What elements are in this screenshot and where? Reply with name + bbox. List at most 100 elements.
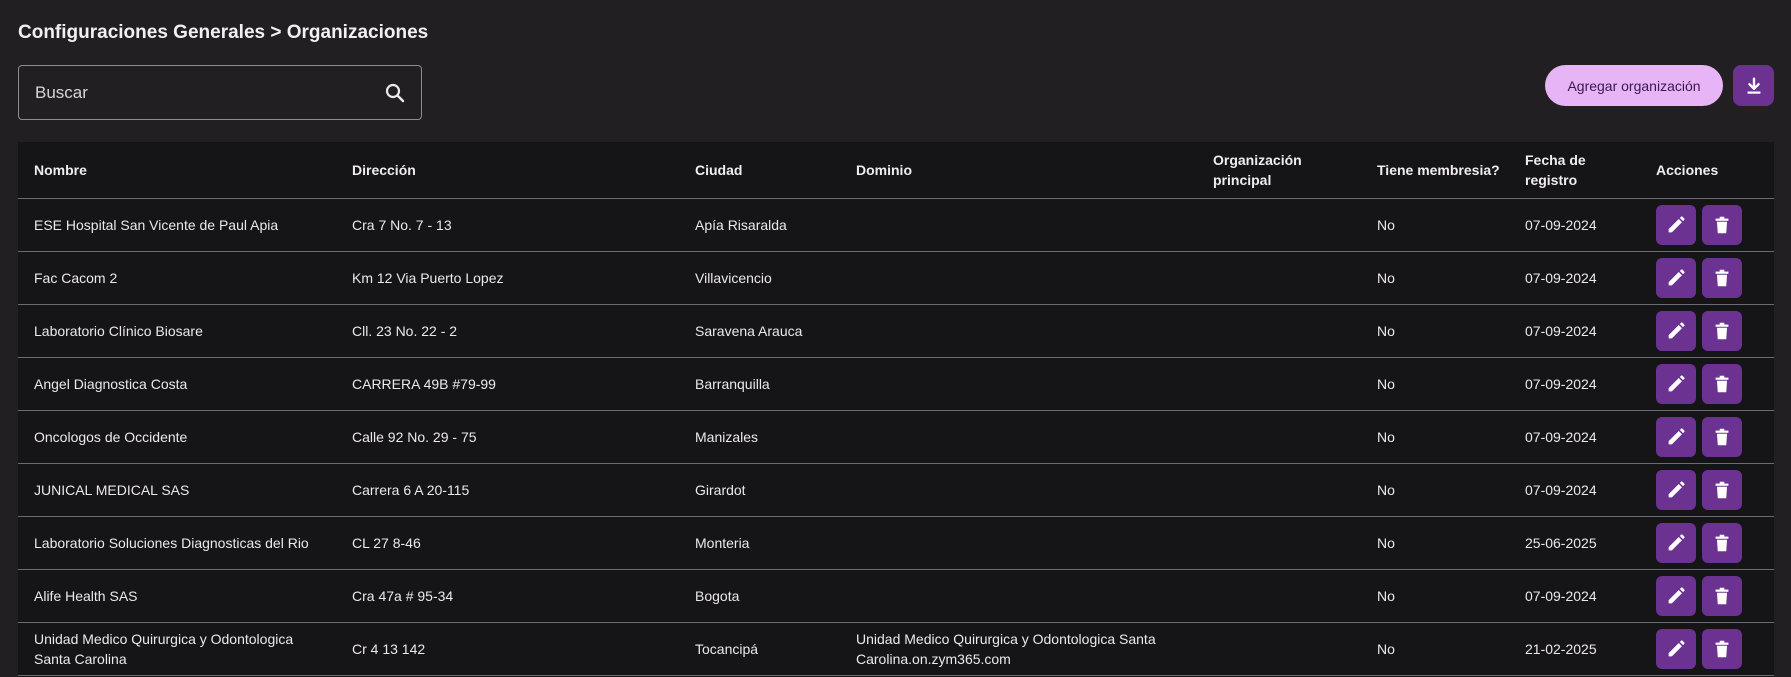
cell-fecha: 07-09-2024 xyxy=(1509,463,1640,517)
cell-ciudad: Tocancipá xyxy=(679,622,840,676)
row-actions xyxy=(1656,576,1766,616)
cell-org-principal xyxy=(1197,251,1361,305)
cell-dominio xyxy=(840,304,1197,358)
cell-org-principal xyxy=(1197,357,1361,411)
edit-button[interactable] xyxy=(1656,311,1696,351)
search-box[interactable] xyxy=(18,65,422,120)
edit-button[interactable] xyxy=(1656,258,1696,298)
cell-fecha: 07-09-2024 xyxy=(1509,410,1640,464)
cell-acciones xyxy=(1640,251,1774,305)
edit-button[interactable] xyxy=(1656,470,1696,510)
cell-acciones xyxy=(1640,198,1774,252)
cell-ciudad: Villavicencio xyxy=(679,251,840,305)
delete-button[interactable] xyxy=(1702,523,1742,563)
table-row: Angel Diagnostica Costa CARRERA 49B #79-9… xyxy=(18,357,1774,411)
cell-fecha: 07-09-2024 xyxy=(1509,251,1640,305)
delete-button[interactable] xyxy=(1702,205,1742,245)
cell-ciudad: Barranquilla xyxy=(679,357,840,411)
cell-org-principal xyxy=(1197,198,1361,252)
cell-dominio: Unidad Medico Quirurgica y Odontologica … xyxy=(840,622,1197,676)
cell-direccion: Cra 47a # 95-34 xyxy=(336,569,679,623)
breadcrumb: Configuraciones Generales > Organizacion… xyxy=(18,22,429,43)
cell-nombre: Unidad Medico Quirurgica y Odontologica … xyxy=(18,622,336,676)
cell-acciones xyxy=(1640,304,1774,358)
organizations-table: Nombre Dirección Ciudad Dominio Organiza… xyxy=(18,142,1774,677)
cell-dominio xyxy=(840,357,1197,411)
cell-nombre: ESE Hospital San Vicente de Paul Apia xyxy=(18,198,336,252)
cell-acciones xyxy=(1640,463,1774,517)
row-actions xyxy=(1656,470,1766,510)
delete-button[interactable] xyxy=(1702,311,1742,351)
cell-direccion: Cra 7 No. 7 - 13 xyxy=(336,198,679,252)
edit-button[interactable] xyxy=(1656,205,1696,245)
delete-button[interactable] xyxy=(1702,470,1742,510)
add-organization-button[interactable]: Agregar organización xyxy=(1545,65,1723,106)
cell-direccion: Calle 92 No. 29 - 75 xyxy=(336,410,679,464)
cell-dominio xyxy=(840,463,1197,517)
cell-acciones xyxy=(1640,410,1774,464)
edit-button[interactable] xyxy=(1656,629,1696,669)
edit-button[interactable] xyxy=(1656,417,1696,457)
cell-dominio xyxy=(840,410,1197,464)
edit-button[interactable] xyxy=(1656,523,1696,563)
cell-nombre: Fac Cacom 2 xyxy=(18,251,336,305)
trash-icon xyxy=(1715,322,1729,340)
delete-button[interactable] xyxy=(1702,629,1742,669)
cell-fecha: 21-02-2025 xyxy=(1509,622,1640,676)
trash-icon xyxy=(1715,269,1729,287)
table-row: JUNICAL MEDICAL SAS Carrera 6 A 20-115 Gir… xyxy=(18,463,1774,517)
cell-org-principal xyxy=(1197,516,1361,570)
search-input[interactable] xyxy=(19,65,383,120)
cell-membresia: No xyxy=(1361,251,1509,305)
delete-button[interactable] xyxy=(1702,364,1742,404)
header-ciudad[interactable]: Ciudad xyxy=(679,142,840,199)
cell-fecha: 07-09-2024 xyxy=(1509,198,1640,252)
search-icon[interactable] xyxy=(383,81,407,105)
cell-nombre: Laboratorio Soluciones Diagnosticas del … xyxy=(18,516,336,570)
row-actions xyxy=(1656,311,1766,351)
cell-membresia: No xyxy=(1361,622,1509,676)
header-dominio[interactable]: Dominio xyxy=(840,142,1197,199)
cell-ciudad: Manizales xyxy=(679,410,840,464)
cell-direccion: Cr 4 13 142 xyxy=(336,622,679,676)
table-row: Laboratorio Clínico Biosare Cll. 23 No. 2… xyxy=(18,304,1774,358)
cell-ciudad: Girardot xyxy=(679,463,840,517)
cell-fecha: 07-09-2024 xyxy=(1509,304,1640,358)
cell-ciudad: Saravena Arauca xyxy=(679,304,840,358)
cell-nombre: Alife Health SAS xyxy=(18,569,336,623)
header-direccion[interactable]: Dirección xyxy=(336,142,679,199)
delete-button[interactable] xyxy=(1702,258,1742,298)
row-actions xyxy=(1656,258,1766,298)
table-row: Alife Health SAS Cra 47a # 95-34 Bogota No 0… xyxy=(18,569,1774,623)
edit-button[interactable] xyxy=(1656,364,1696,404)
cell-dominio xyxy=(840,198,1197,252)
header-fecha-registro[interactable]: Fecha de registro xyxy=(1509,142,1640,199)
trash-icon xyxy=(1715,587,1729,605)
pencil-icon xyxy=(1668,481,1685,498)
table-row: Laboratorio Soluciones Diagnosticas del … xyxy=(18,516,1774,570)
cell-acciones xyxy=(1640,516,1774,570)
trash-icon xyxy=(1715,534,1729,552)
table-row: Unidad Medico Quirurgica y Odontologica … xyxy=(18,622,1774,676)
header-organizacion-principal[interactable]: Organización principal xyxy=(1197,142,1361,199)
delete-button[interactable] xyxy=(1702,417,1742,457)
cell-org-principal xyxy=(1197,304,1361,358)
cell-membresia: No xyxy=(1361,410,1509,464)
cell-fecha: 07-09-2024 xyxy=(1509,357,1640,411)
cell-direccion: Carrera 6 A 20-115 xyxy=(336,463,679,517)
cell-org-principal xyxy=(1197,569,1361,623)
cell-membresia: No xyxy=(1361,357,1509,411)
pencil-icon xyxy=(1668,375,1685,392)
cell-fecha: 25-06-2025 xyxy=(1509,516,1640,570)
cell-membresia: No xyxy=(1361,463,1509,517)
delete-button[interactable] xyxy=(1702,576,1742,616)
cell-nombre: Laboratorio Clínico Biosare xyxy=(18,304,336,358)
cell-direccion: Km 12 Via Puerto Lopez xyxy=(336,251,679,305)
trash-icon xyxy=(1715,375,1729,393)
header-nombre[interactable]: Nombre xyxy=(18,142,336,199)
cell-membresia: No xyxy=(1361,516,1509,570)
download-button[interactable] xyxy=(1733,65,1774,106)
trash-icon xyxy=(1715,428,1729,446)
header-tiene-membresia[interactable]: Tiene membresia? xyxy=(1361,142,1509,199)
edit-button[interactable] xyxy=(1656,576,1696,616)
